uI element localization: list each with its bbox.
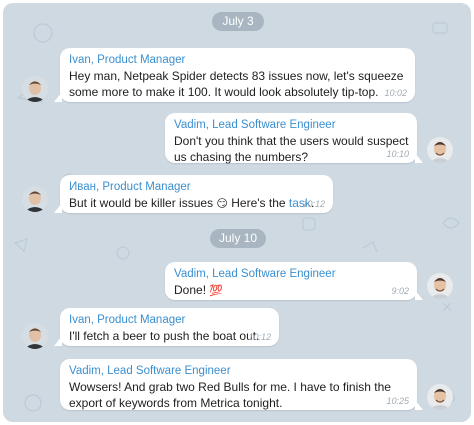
message-text-part: Done! <box>174 283 207 297</box>
vadim-avatar[interactable] <box>427 384 453 410</box>
hundred-points-emoji: 💯 <box>209 284 224 297</box>
message-sender[interactable]: Иван, Product Manager <box>69 179 325 195</box>
message-timestamp: 10:12 <box>302 199 325 209</box>
message-bubble: Иван, Product Manager But it would be ki… <box>54 175 333 213</box>
message-sender[interactable]: Ivan, Product Manager <box>69 312 271 328</box>
message-bubble: Vadim, Lead Software Engineer Don't you … <box>165 113 423 164</box>
message-timestamp: 10:12 <box>248 332 271 342</box>
date-separator-label: July 3 <box>222 14 254 28</box>
message-text: Wowsers! And grab two Red Bulls for me. … <box>69 380 391 410</box>
chat-window: July 3 Ivan, Product Manager Hey man, Ne… <box>3 3 471 422</box>
ivan-avatar[interactable] <box>22 323 48 349</box>
message-sender[interactable]: Vadim, Lead Software Engineer <box>69 363 409 379</box>
message-bubble: Ivan, Product Manager Hey man, Netpeak S… <box>54 48 415 102</box>
message-sender[interactable]: Vadim, Lead Software Engineer <box>174 266 409 282</box>
message-text: Don't you think that the users would sus… <box>174 134 409 164</box>
message-sender[interactable]: Vadim, Lead Software Engineer <box>174 117 409 133</box>
smirk-emoji: 😏 <box>216 197 228 210</box>
message-text: But it would be killer issues 😏 Here's t… <box>69 195 325 212</box>
message-text: I'll fetch a beer to push the boat out. <box>69 329 260 343</box>
date-separator: July 10 <box>210 229 266 248</box>
ivan-avatar[interactable] <box>22 186 48 212</box>
message-timestamp: 10:25 <box>386 396 409 406</box>
message-bubble: Vadim, Lead Software Engineer Done! 💯 9:… <box>165 262 423 300</box>
vadim-avatar[interactable] <box>427 273 453 299</box>
message-text-part: Here's the <box>231 196 286 210</box>
vadim-avatar[interactable] <box>427 137 453 163</box>
message-text: Hey man, Netpeak Spider detects 83 issue… <box>69 69 404 99</box>
message-bubble: Ivan, Product Manager I'll fetch a beer … <box>54 308 279 346</box>
date-separator: July 3 <box>212 12 264 31</box>
message-timestamp: 10:10 <box>386 149 409 159</box>
message-sender[interactable]: Ivan, Product Manager <box>69 52 407 68</box>
message-text: Done! 💯 <box>174 282 409 299</box>
date-separator-label: July 10 <box>218 231 258 245</box>
message-bubble: Vadim, Lead Software Engineer Wowsers! A… <box>60 359 423 410</box>
ivan-avatar[interactable] <box>22 76 48 102</box>
message-timestamp: 10:02 <box>384 88 407 98</box>
message-timestamp: 9:02 <box>391 286 409 296</box>
message-text-part: But it would be killer issues <box>69 196 214 210</box>
